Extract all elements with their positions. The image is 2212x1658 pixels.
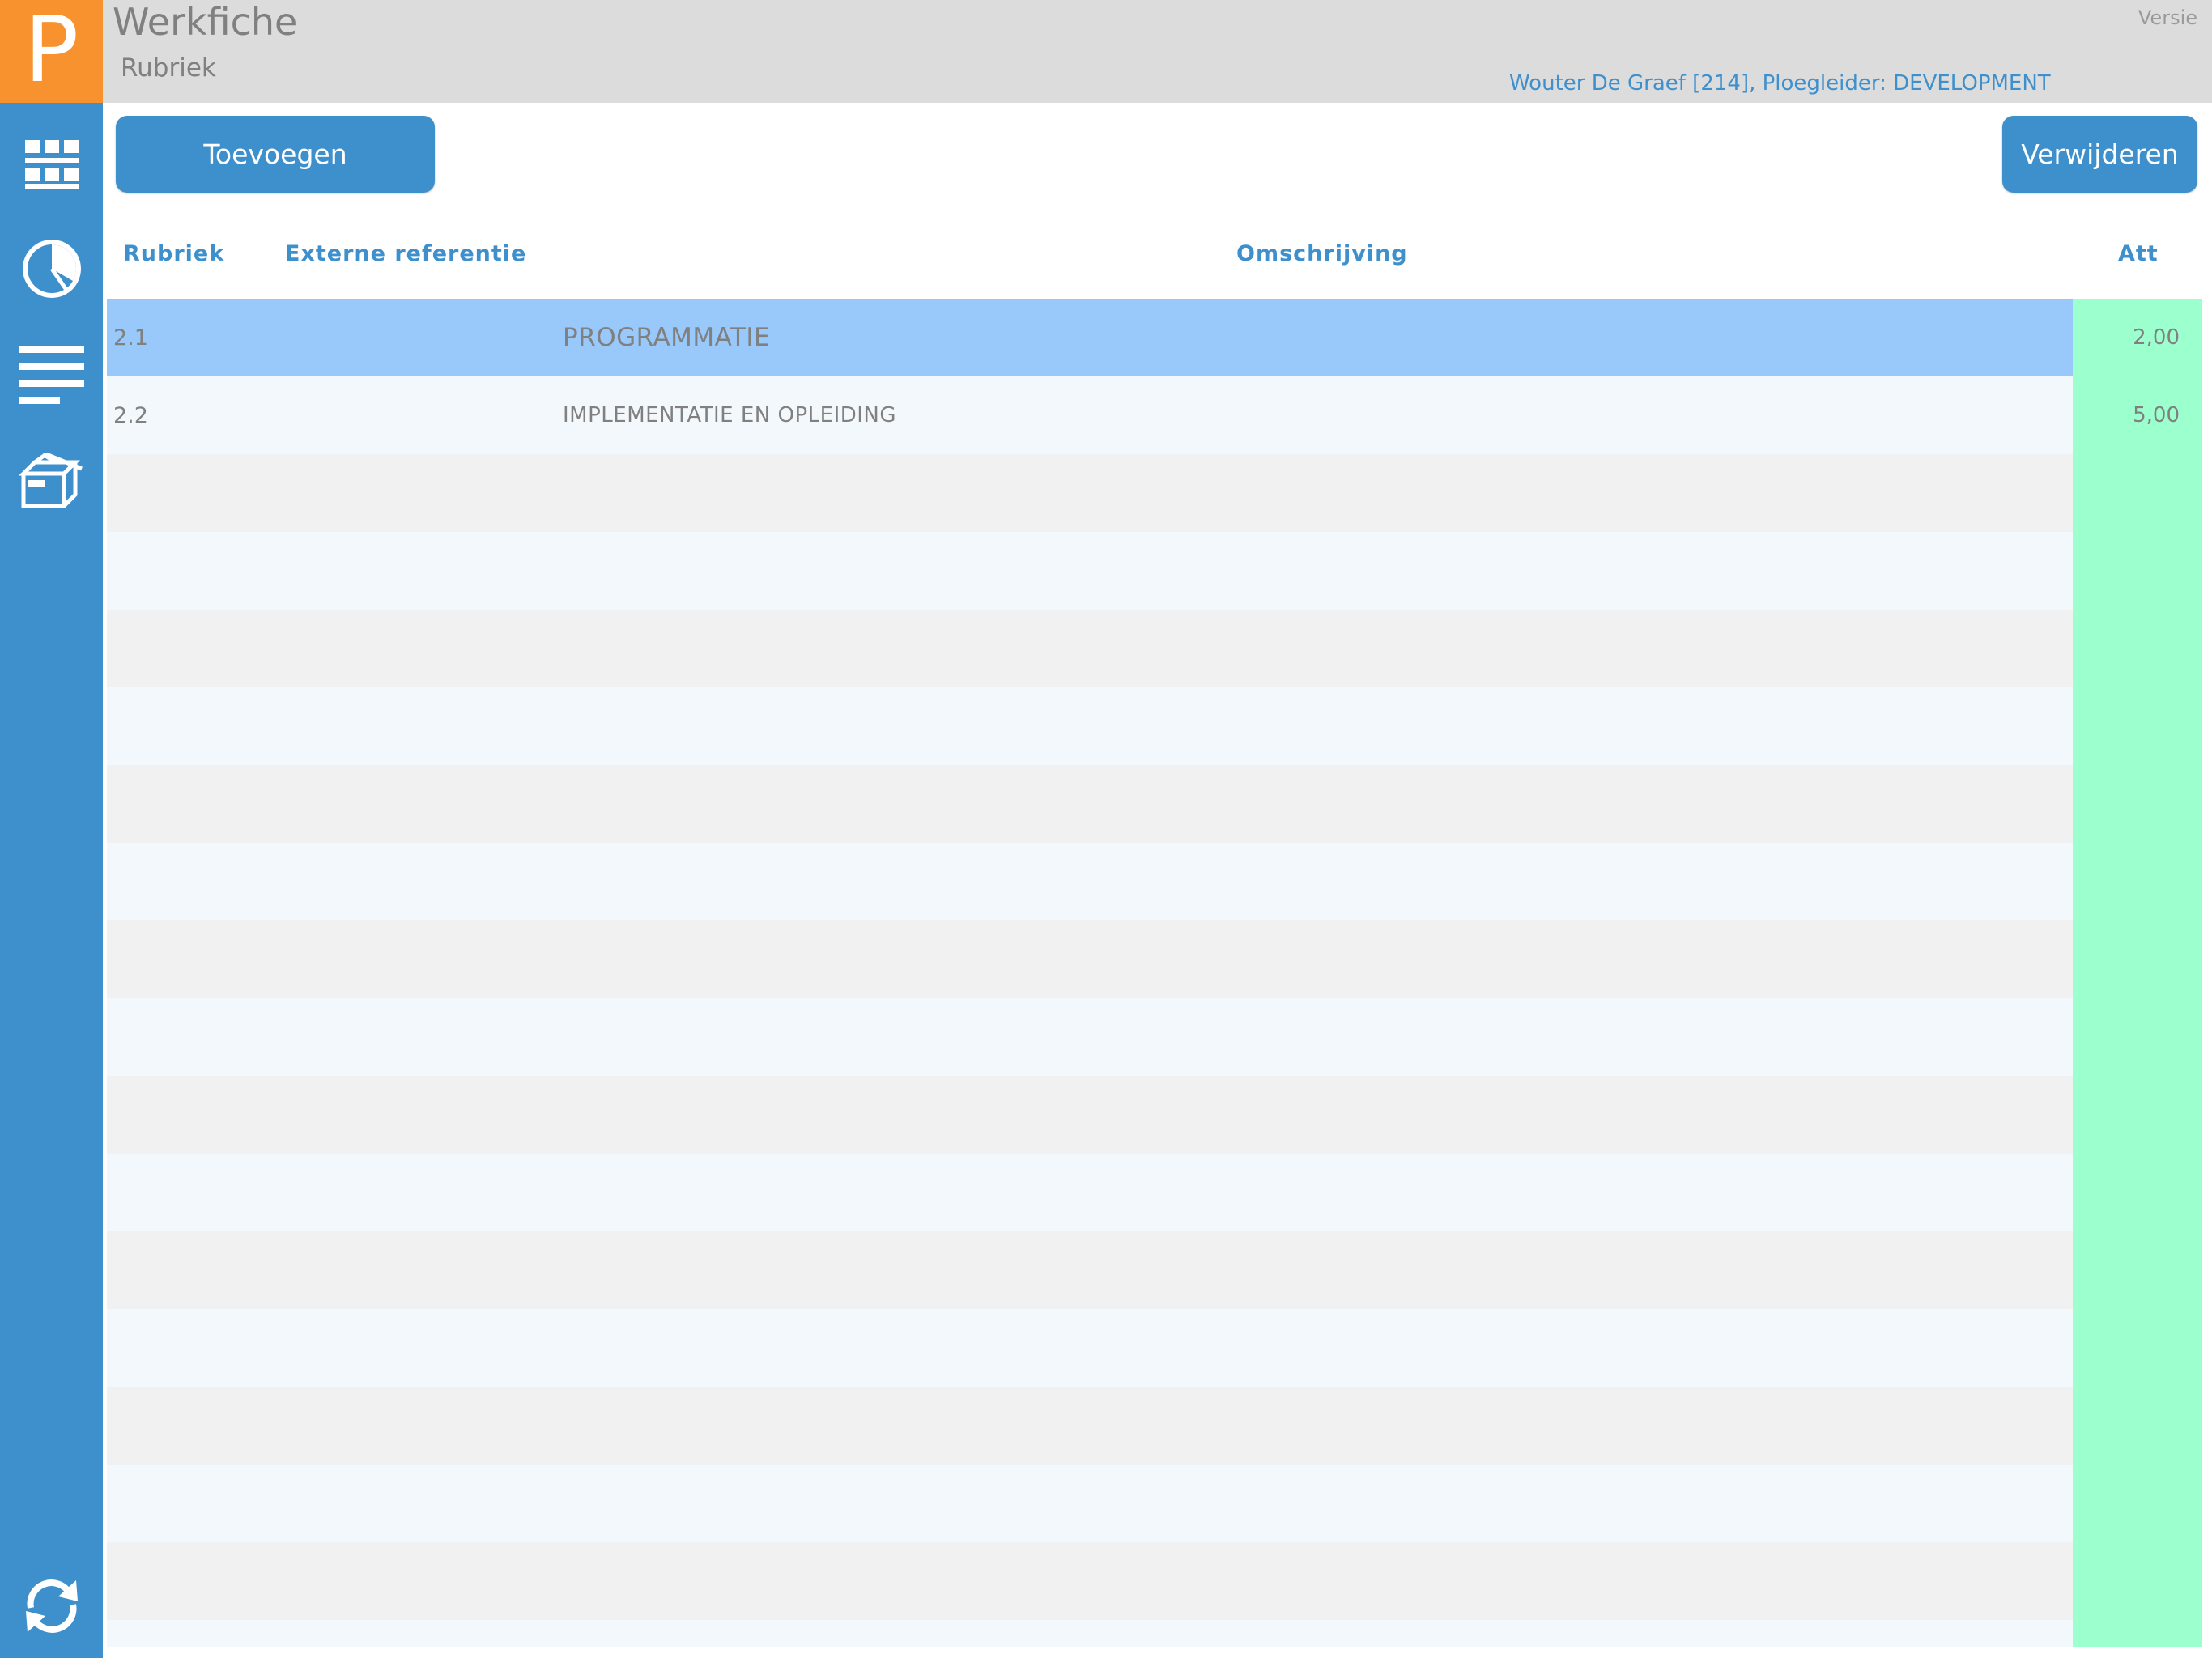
cell-rubriek: 2.1 (113, 325, 148, 351)
cell-rubriek: 2.2 (113, 402, 148, 428)
empty-row (107, 1387, 2202, 1465)
empty-row (107, 1231, 2202, 1309)
rubriek-table: 2.1 PROGRAMMATIE 2.2 IMPLEMENTATIE EN OP… (107, 299, 2202, 1647)
delete-button[interactable]: Verwijderen (2002, 116, 2197, 193)
empty-row (107, 687, 2202, 765)
page-subtitle: Rubriek (121, 53, 216, 83)
user-info: Wouter De Graef [214], Ploegleider: DEVE… (1509, 71, 2051, 96)
empty-row (107, 1154, 2202, 1231)
header-bar: Werkfiche Rubriek Versie Wouter De Graef… (103, 0, 2212, 103)
sidebar-item-list[interactable] (0, 324, 103, 427)
cell-omschrijving: PROGRAMMATIE (563, 323, 771, 352)
att-column: 2,00 5,00 (2073, 299, 2202, 1647)
table-row[interactable]: 2.1 PROGRAMMATIE (107, 299, 2202, 376)
empty-row (107, 843, 2202, 920)
sidebar-item-materials[interactable] (0, 429, 103, 532)
table-row[interactable]: 2.2 IMPLEMENTATIE EN OPLEIDING (107, 376, 2202, 454)
cell-att: 5,00 (2133, 403, 2180, 427)
empty-row (107, 1542, 2202, 1620)
empty-row (107, 998, 2202, 1076)
page-title: Werkfiche (113, 0, 298, 44)
clock-icon (22, 239, 81, 298)
empty-row (107, 454, 2202, 532)
version-label: Versie (2138, 6, 2197, 29)
column-header-omschrijving[interactable]: Omschrijving (1236, 241, 1408, 266)
column-header-rubriek[interactable]: Rubriek (123, 241, 224, 266)
list-icon (19, 346, 84, 404)
empty-row (107, 1076, 2202, 1154)
grid-icon (24, 139, 79, 189)
package-icon (18, 452, 83, 508)
empty-row (107, 532, 2202, 610)
column-header-externe-referentie[interactable]: Externe referentie (285, 241, 526, 266)
sidebar-item-time[interactable] (0, 217, 103, 320)
column-header-att[interactable]: Att (2118, 241, 2159, 266)
cell-att: 2,00 (2133, 325, 2180, 350)
empty-row (107, 1465, 2202, 1542)
app-logo: P (0, 0, 103, 103)
empty-row (107, 610, 2202, 687)
sidebar-item-overview[interactable] (0, 113, 103, 216)
sidebar-item-sync[interactable] (0, 1554, 103, 1657)
empty-row (107, 920, 2202, 998)
add-button[interactable]: Toevoegen (116, 116, 435, 193)
sync-icon (25, 1579, 78, 1633)
empty-row (107, 1620, 2202, 1647)
empty-row (107, 1309, 2202, 1387)
logo-letter: P (23, 0, 79, 103)
empty-row (107, 765, 2202, 843)
cell-omschrijving: IMPLEMENTATIE EN OPLEIDING (563, 403, 897, 427)
